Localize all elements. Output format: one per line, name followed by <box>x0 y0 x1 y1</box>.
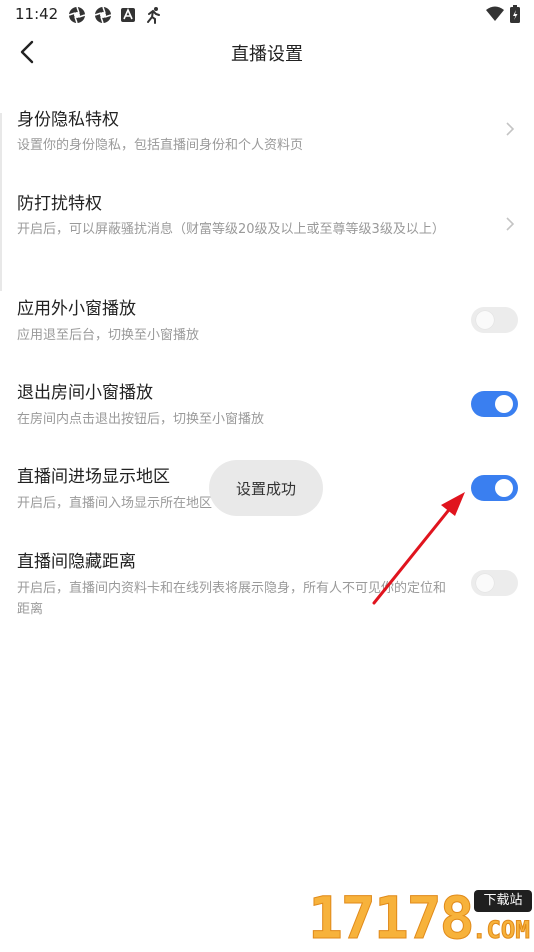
title-bar: 直播设置 <box>0 28 534 78</box>
hide-distance-toggle[interactable] <box>471 570 518 596</box>
watermark-digits: 17178 <box>308 884 476 952</box>
toggle-knob <box>476 311 494 329</box>
setting-hide-distance: 直播间隐藏距离 开启后，直播间内资料卡和在线列表将展示隐身，所有人不可见你的定位… <box>0 543 534 633</box>
setting-title: 防打扰特权 <box>17 194 102 214</box>
status-time: 11:42 <box>15 5 59 23</box>
status-bar: 11:42 <box>0 0 534 28</box>
setting-title: 直播间隐藏距离 <box>17 552 136 572</box>
wifi-icon <box>486 6 504 21</box>
toggle-knob <box>495 479 513 497</box>
chevron-right-icon <box>506 122 515 136</box>
a-badge-icon <box>121 8 135 22</box>
aperture-icon <box>68 6 86 24</box>
aperture-icon <box>94 6 112 24</box>
entry-region-toggle[interactable] <box>471 475 518 501</box>
runner-icon <box>147 7 160 24</box>
setting-desc: 应用退至后台，切换至小窗播放 <box>17 328 200 343</box>
watermark-badge: 下载站 <box>474 890 532 912</box>
chevron-right-icon <box>506 217 515 231</box>
exit-room-pip-toggle[interactable] <box>471 391 518 417</box>
setting-title: 身份隐私特权 <box>17 110 119 130</box>
toast-message: 设置成功 <box>209 460 323 516</box>
setting-outside-pip: 应用外小窗播放 应用退至后台，切换至小窗播放 <box>0 290 534 360</box>
setting-title: 退出房间小窗播放 <box>17 383 153 403</box>
page-title: 直播设置 <box>231 44 303 65</box>
watermark-suffix: .COM <box>472 916 531 945</box>
battery-charging-icon <box>510 5 520 23</box>
status-left-icons <box>68 6 162 24</box>
setting-desc: 在房间内点击退出按钮后，切换至小窗播放 <box>17 412 265 427</box>
setting-exit-room-pip: 退出房间小窗播放 在房间内点击退出按钮后，切换至小窗播放 <box>0 374 534 444</box>
setting-title: 应用外小窗播放 <box>17 299 136 319</box>
status-right-icons <box>486 5 520 23</box>
setting-desc: 开启后，可以屏蔽骚扰消息（财富等级20级及以上或至尊等级3级及以上） <box>17 222 445 237</box>
outside-pip-toggle[interactable] <box>471 307 518 333</box>
setting-identity-privacy[interactable]: 身份隐私特权 设置你的身份隐私，包括直播间身份和个人资料页 <box>0 100 534 170</box>
setting-anti-disturb[interactable]: 防打扰特权 开启后，可以屏蔽骚扰消息（财富等级20级及以上或至尊等级3级及以上） <box>0 185 534 275</box>
toggle-knob <box>495 395 513 413</box>
site-watermark-logo: 17178 下载站 .COM <box>308 886 534 950</box>
toggle-knob <box>476 574 494 592</box>
setting-title: 直播间进场显示地区 <box>17 467 170 487</box>
setting-desc: 开启后，直播间内资料卡和在线列表将展示隐身，所有人不可见你的定位和距离 <box>17 581 447 617</box>
setting-desc: 设置你的身份隐私，包括直播间身份和个人资料页 <box>17 138 304 153</box>
